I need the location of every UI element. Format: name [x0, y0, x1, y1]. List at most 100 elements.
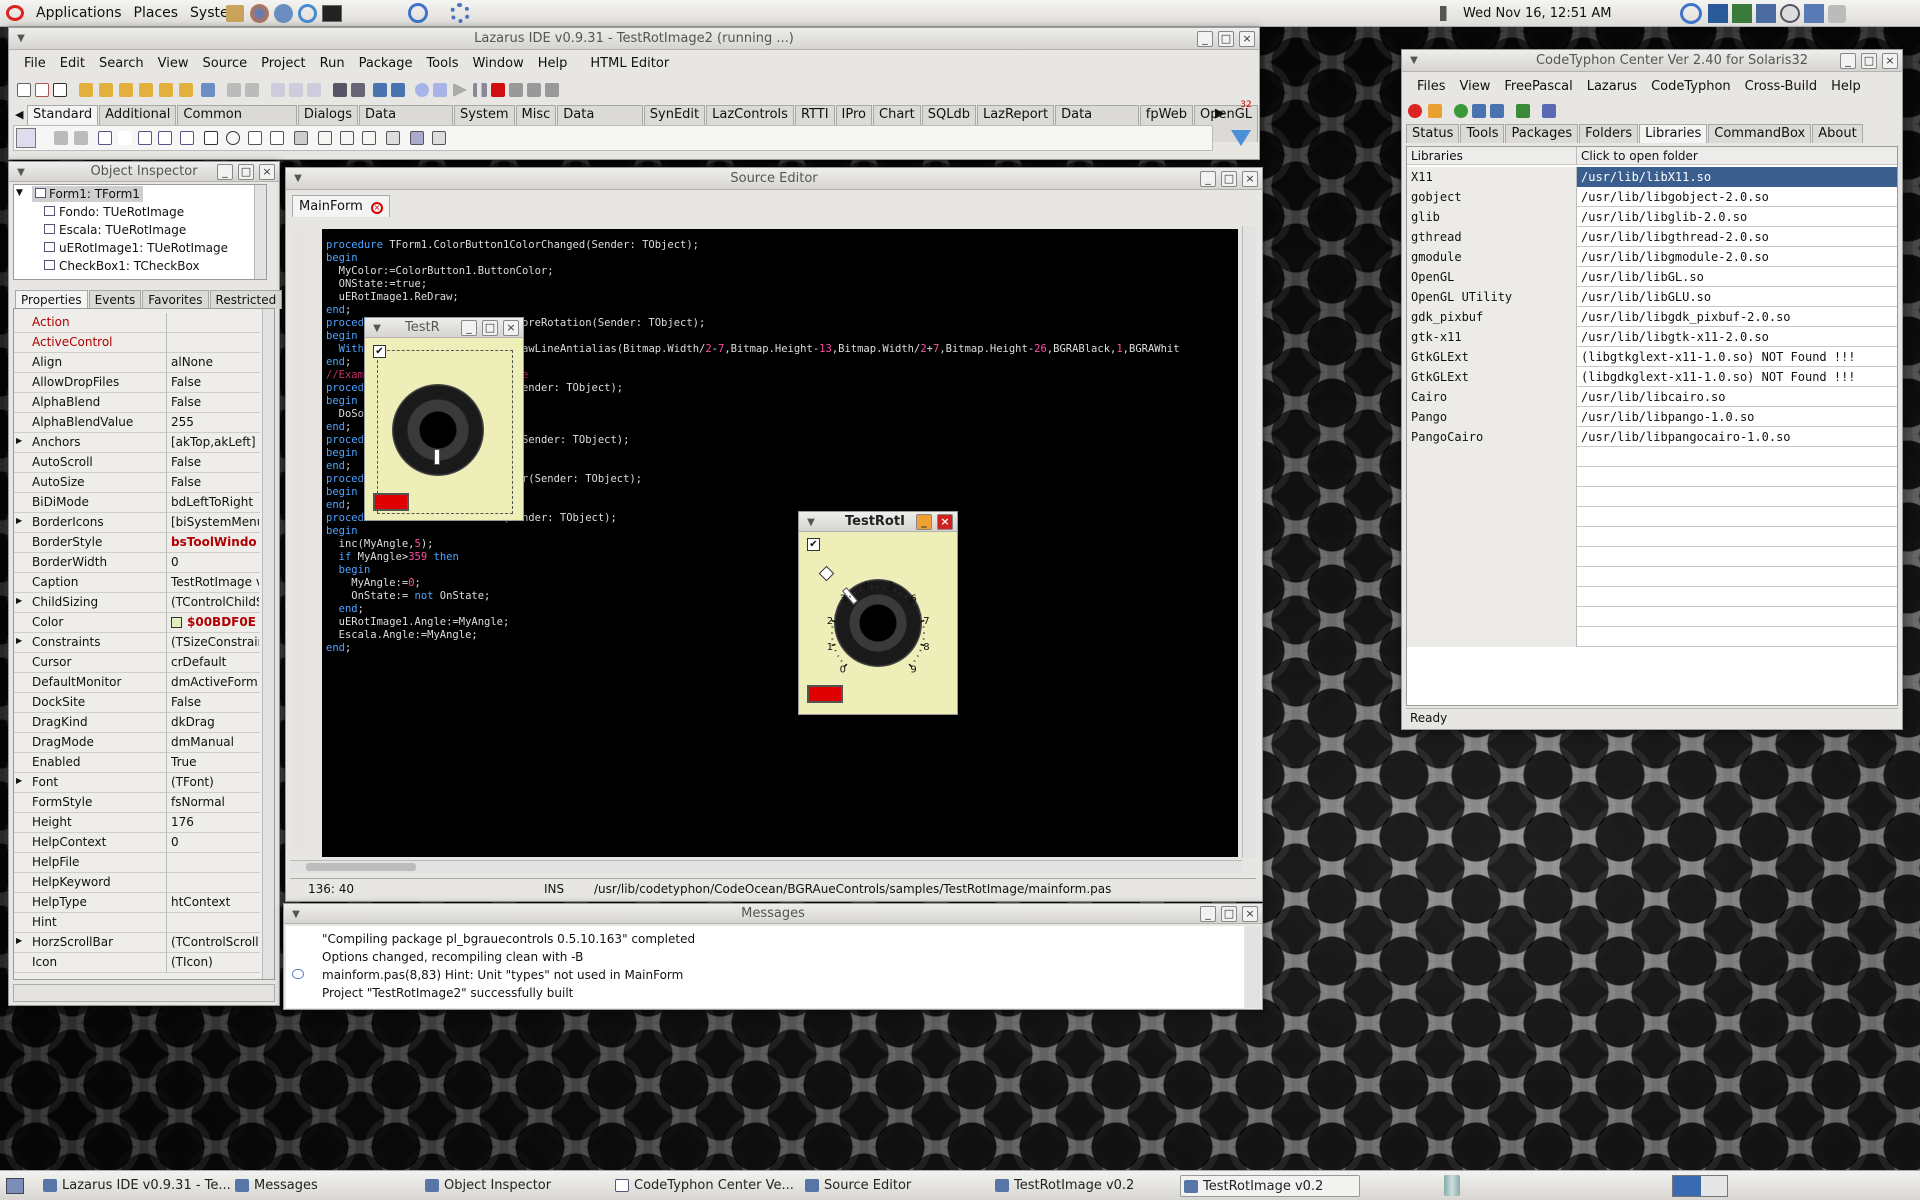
editor-vscrollbar[interactable] — [1242, 226, 1256, 858]
property-value[interactable]: False — [171, 455, 259, 469]
menu-view[interactable]: View — [151, 54, 196, 74]
library-row[interactable] — [1407, 627, 1897, 647]
listbox-component-icon[interactable] — [248, 131, 262, 145]
tree-item-fondo[interactable]: Fondo: TUeRotImage — [44, 204, 184, 220]
mail-icon[interactable] — [274, 4, 293, 23]
menu-cross-build[interactable]: Cross-Build — [1738, 77, 1825, 97]
toggle-component-icon[interactable] — [180, 131, 194, 145]
step-into-icon[interactable] — [509, 83, 523, 97]
property-row[interactable]: ▶ BorderIcons [biSystemMenu — [14, 513, 260, 533]
library-row[interactable]: gdk_pixbuf/usr/lib/libgdk_pixbuf-2.0.so — [1407, 307, 1897, 327]
library-row[interactable]: gmodule/usr/lib/libgmodule-2.0.so — [1407, 247, 1897, 267]
library-path[interactable]: /usr/lib/libX11.so — [1577, 167, 1897, 187]
property-value[interactable]: dkDrag — [171, 715, 259, 729]
refresh-icon[interactable] — [1454, 104, 1468, 118]
library-path[interactable]: /usr/lib/libglib-2.0.so — [1577, 207, 1897, 227]
property-value[interactable]: (TControlScrollE — [171, 935, 259, 949]
test-form-small-titlebar[interactable]: ▼ TestR _ □ × — [365, 318, 523, 338]
property-value[interactable]: crDefault — [171, 655, 259, 669]
property-value[interactable]: False — [171, 375, 259, 389]
library-path[interactable]: (libgdkglext-x11-1.0.so) NOT Found !!! — [1577, 367, 1897, 387]
property-row[interactable]: Action — [14, 313, 260, 333]
expand-icon[interactable]: ▶ — [16, 516, 22, 525]
hscroll-thumb[interactable] — [306, 863, 416, 871]
save-icon[interactable] — [139, 83, 153, 97]
menu-html-editor[interactable]: HTML Editor — [574, 54, 676, 74]
object-inspector-titlebar[interactable]: ▼ Object Inspector _ □ × — [9, 162, 279, 182]
library-row[interactable]: Pango/usr/lib/libpango-1.0.so — [1407, 407, 1897, 427]
property-value[interactable]: htContext — [171, 895, 259, 909]
message-line[interactable]: Options changed, recompiling clean with … — [322, 948, 1244, 966]
property-row[interactable]: HelpFile — [14, 853, 260, 873]
minimize-button[interactable]: _ — [916, 514, 932, 530]
window-menu-icon[interactable]: ▼ — [288, 907, 304, 923]
close-tab-icon[interactable]: × — [370, 202, 383, 214]
menu-edit[interactable]: Edit — [53, 54, 92, 74]
property-row[interactable]: Icon (TIcon) — [14, 953, 260, 973]
property-row[interactable]: ▶ Font (TFont) — [14, 773, 260, 793]
message-line[interactable]: mainform.pas(8,83) Hint: Unit "types" no… — [322, 966, 1244, 984]
property-row[interactable]: Align alNone — [14, 353, 260, 373]
run-icon[interactable] — [453, 83, 467, 97]
minimize-button[interactable]: _ — [1200, 171, 1216, 187]
maximize-button[interactable]: □ — [1218, 31, 1234, 47]
messages-scrollbar[interactable] — [1245, 926, 1260, 1008]
code-line[interactable]: end; — [326, 603, 1238, 616]
close-button[interactable]: × — [1239, 31, 1255, 47]
palette-scroll-left-icon[interactable]: ◀ — [15, 108, 23, 121]
code-line[interactable]: begin — [326, 564, 1238, 577]
tray-lock-icon[interactable] — [1828, 5, 1846, 23]
library-path[interactable]: /usr/lib/libGLU.so — [1577, 287, 1897, 307]
codetyphon-titlebar[interactable]: ▼ CodeTyphon Center Ver 2.40 for Solaris… — [1402, 50, 1902, 72]
volume-icon[interactable] — [1440, 6, 1456, 21]
property-row[interactable]: ▶ ChildSizing (TControlChildS — [14, 593, 260, 613]
compile-icon[interactable] — [333, 83, 347, 97]
source-editor-titlebar[interactable]: ▼ Source Editor _ □ × — [286, 168, 1262, 190]
cut-icon[interactable] — [227, 83, 241, 97]
library-path[interactable]: /usr/lib/libgobject-2.0.so — [1577, 187, 1897, 207]
tree-item-escala[interactable]: Escala: TUeRotImage — [44, 222, 186, 238]
places-menu[interactable]: Places — [128, 0, 185, 27]
library-row[interactable]: Cairo/usr/lib/libcairo.so — [1407, 387, 1897, 407]
property-row[interactable]: DragKind dkDrag — [14, 713, 260, 733]
trace-icon[interactable] — [433, 83, 447, 97]
minimize-button[interactable]: _ — [217, 164, 233, 180]
checkbox-component-icon[interactable] — [204, 131, 218, 145]
copy-icon[interactable] — [245, 83, 259, 97]
tree-item-uerotimage1[interactable]: uERotImage1: TUeRotImage — [44, 240, 228, 256]
property-value[interactable]: (TFont) — [171, 775, 259, 789]
menu-project[interactable]: Project — [254, 54, 312, 74]
project-options-icon[interactable] — [351, 83, 365, 97]
property-value[interactable]: [biSystemMenu — [171, 515, 259, 529]
library-path[interactable] — [1577, 447, 1897, 467]
menu-package[interactable]: Package — [352, 54, 420, 74]
maximize-button[interactable]: □ — [1861, 53, 1877, 69]
minimize-button[interactable]: _ — [1197, 31, 1213, 47]
property-value[interactable]: (TControlChildS — [171, 595, 259, 609]
property-row[interactable]: HelpContext 0 — [14, 833, 260, 853]
tab-packages[interactable]: Packages — [1505, 124, 1579, 143]
window-menu-icon[interactable]: ▼ — [13, 31, 29, 47]
property-row[interactable]: AutoScroll False — [14, 453, 260, 473]
memo-component-icon[interactable] — [158, 131, 172, 145]
label-component-icon[interactable] — [118, 131, 132, 145]
tab-restricted[interactable]: Restricted — [209, 290, 283, 309]
taskbar-codetyphon[interactable]: CodeTyphon Center Ve... — [612, 1175, 797, 1197]
maximize-button[interactable]: □ — [482, 320, 498, 336]
tab-status[interactable]: Status — [1406, 124, 1460, 143]
tab-properties[interactable]: Properties — [15, 290, 88, 309]
tab-events[interactable]: Events — [88, 290, 142, 309]
property-value[interactable]: False — [171, 695, 259, 709]
menu-help[interactable]: Help — [1824, 77, 1868, 97]
edit-component-icon[interactable] — [138, 131, 152, 145]
show-desktop-icon[interactable] — [6, 1178, 24, 1194]
library-path[interactable]: /usr/lib/libgthread-2.0.so — [1577, 227, 1897, 247]
stop-icon[interactable] — [1408, 104, 1422, 118]
property-value[interactable]: [akTop,akLeft] — [171, 435, 259, 449]
tree-item-form1[interactable]: Form1: TForm1 — [32, 186, 143, 202]
property-value[interactable]: False — [171, 395, 259, 409]
property-value[interactable]: dmActiveForm — [171, 675, 259, 689]
view-forms-icon[interactable] — [289, 83, 303, 97]
library-path[interactable] — [1577, 607, 1897, 627]
combobox-component-icon[interactable] — [270, 131, 284, 145]
